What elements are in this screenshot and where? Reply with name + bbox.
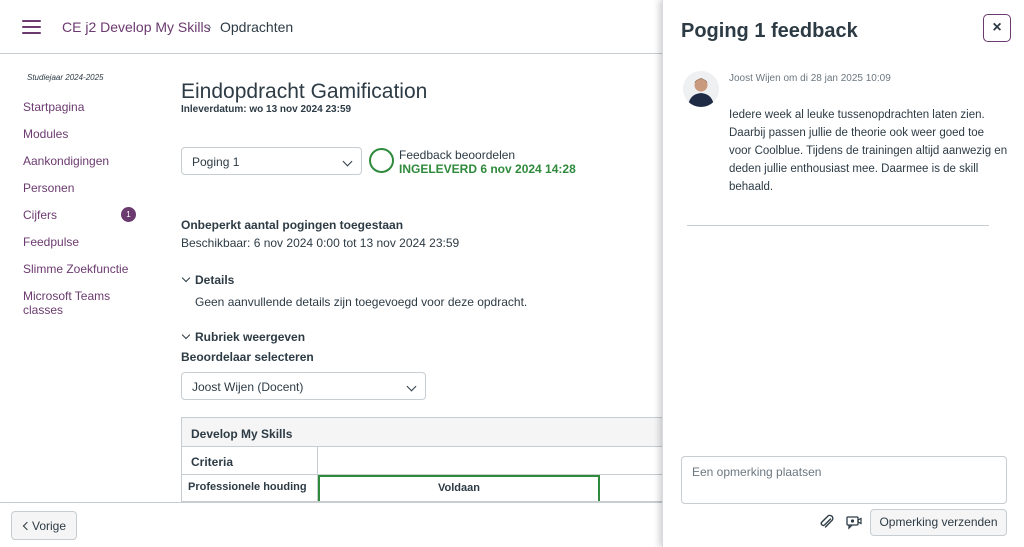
sidebar-item-microsoft-teams[interactable]: Microsoft Teams classes	[23, 289, 153, 321]
breadcrumb-current-page: Opdrachten	[220, 19, 294, 35]
rubric-header-row: Criteria	[182, 447, 662, 475]
comment-text: Iedere week al leuke tussenopdrachten la…	[729, 109, 1008, 193]
availability-info: Beschikbaar: 6 nov 2024 0:00 tot 13 nov …	[181, 236, 460, 250]
breadcrumb-course-link[interactable]: CE j2 Develop My Skills	[62, 19, 211, 35]
sidebar-item-cijfers[interactable]: Cijfers 1	[23, 207, 153, 235]
sidebar-item-modules[interactable]: Modules	[23, 127, 153, 154]
chevron-down-icon	[342, 156, 353, 167]
unread-count-badge: 1	[121, 207, 136, 222]
sidebar-item-personen[interactable]: Personen	[23, 181, 153, 208]
previous-button-label: Vorige	[32, 519, 67, 533]
rubric-toggle[interactable]: Rubriek weergeven	[181, 330, 305, 344]
top-header: CE j2 Develop My Skills › Opdrachten	[0, 0, 662, 54]
table-row: Professionele houding Voldaan	[182, 475, 662, 501]
criterion-name: Professionele houding	[188, 481, 307, 493]
person-icon	[683, 71, 719, 107]
chevron-left-icon	[22, 521, 32, 531]
rubric-toggle-label: Rubriek weergeven	[195, 330, 306, 344]
rating-cell-selected[interactable]: Voldaan	[318, 475, 600, 501]
sidebar-item-slimme-zoekfunctie[interactable]: Slimme Zoekfunctie	[23, 262, 153, 289]
rubric-title: Develop My Skills	[182, 418, 662, 447]
attempt-select[interactable]: Poging 1	[181, 147, 362, 175]
chevron-down-icon	[181, 273, 191, 283]
feedback-status-icon[interactable]	[369, 148, 394, 173]
paperclip-icon[interactable]	[818, 513, 836, 531]
close-button[interactable]: ×	[983, 14, 1011, 42]
details-text: Geen aanvullende details zijn toegevoegd…	[195, 295, 528, 309]
grader-select-label: Beoordelaar selecteren	[181, 350, 314, 364]
sidebar-item-startpagina[interactable]: Startpagina	[23, 100, 153, 127]
column-divider	[317, 447, 318, 475]
footer-bar: Vorige	[0, 502, 662, 547]
chevron-down-icon	[406, 381, 417, 392]
sidebar-item-aankondigingen[interactable]: Aankondigingen	[23, 154, 153, 181]
feedback-tray: Poging 1 feedback × Joost Wijen om di 28…	[662, 0, 1024, 547]
sidebar-item-feedpulse[interactable]: Feedpulse	[23, 235, 153, 262]
grader-select[interactable]: Joost Wijen (Docent)	[181, 372, 426, 400]
course-navigation: Startpagina Modules Aankondigingen Perso…	[23, 100, 153, 321]
breadcrumb-separator: ›	[207, 19, 212, 34]
avatar	[683, 71, 719, 107]
chevron-down-icon	[181, 330, 191, 340]
details-toggle-label: Details	[195, 273, 235, 287]
criteria-header: Criteria	[191, 455, 234, 469]
tray-title: Poging 1 feedback	[681, 20, 858, 42]
attempt-select-value: Poging 1	[192, 155, 240, 169]
sidebar-item-label: Cijfers	[23, 208, 58, 222]
submission-status: INGELEVERD 6 nov 2024 14:28	[399, 162, 576, 176]
divider	[687, 225, 989, 226]
due-date: Inleverdatum: wo 13 nov 2024 23:59	[181, 104, 352, 115]
assignment-title: Eindopdracht Gamification	[181, 80, 428, 103]
media-comment-icon[interactable]	[845, 513, 863, 531]
term-label: Studiejaar 2024-2025	[27, 73, 104, 82]
comment-input[interactable]	[681, 456, 1007, 504]
view-feedback-link[interactable]: Feedback beoordelen	[399, 148, 515, 162]
previous-button[interactable]: Vorige	[11, 511, 77, 540]
details-toggle[interactable]: Details	[181, 273, 234, 287]
hamburger-menu-icon[interactable]	[22, 20, 41, 34]
send-comment-button[interactable]: Opmerking verzenden	[870, 509, 1007, 536]
comment-author: Joost Wijen om di 28 jan 2025 10:09	[729, 73, 891, 84]
grader-select-value: Joost Wijen (Docent)	[192, 380, 304, 394]
rubric-table: Develop My Skills Criteria Professionele…	[181, 417, 662, 502]
attempts-info: Onbeperkt aantal pogingen toegestaan	[181, 218, 404, 232]
